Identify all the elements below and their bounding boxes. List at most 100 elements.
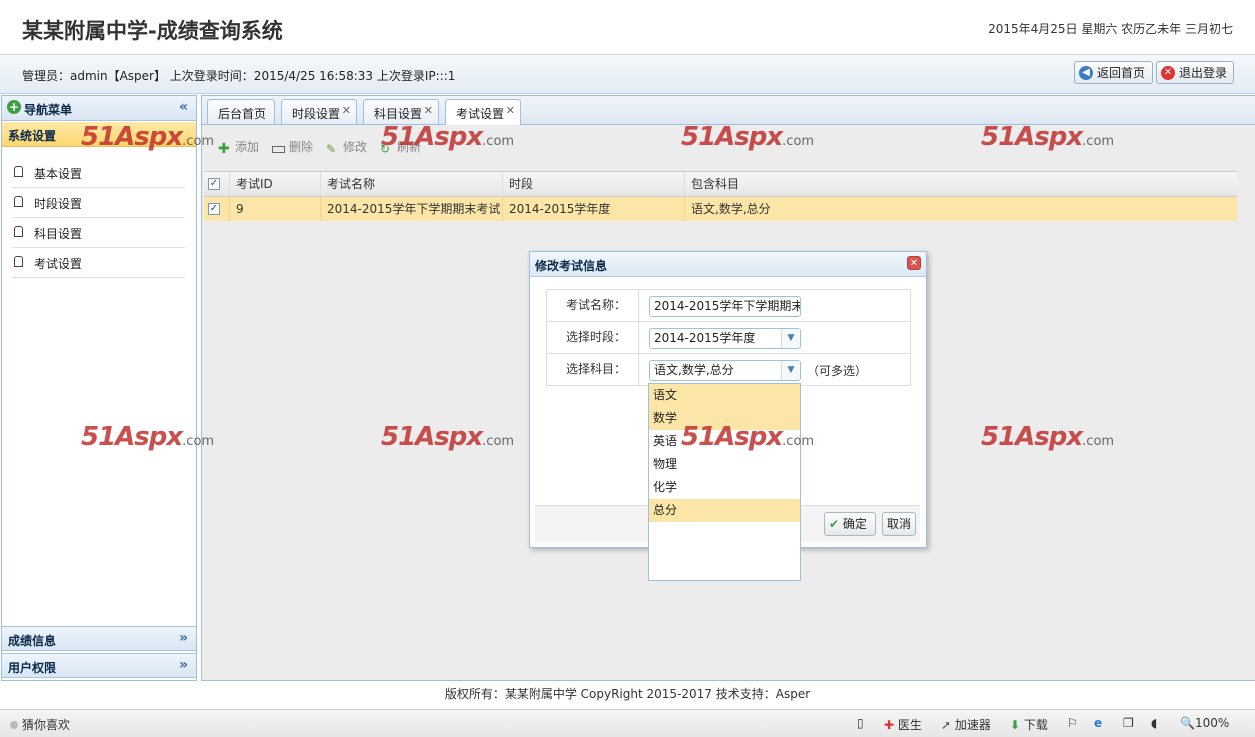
subject-select-value: 语文,数学,总分: [654, 363, 734, 377]
rocket-icon: ➚: [941, 718, 952, 732]
period-select-value: 2014-2015学年度: [654, 331, 756, 345]
pencil-icon: ✎: [326, 142, 337, 156]
zoom-value: 100%: [1194, 716, 1230, 730]
dropdown-option[interactable]: 语文: [649, 384, 800, 407]
tab-label: 考试设置: [456, 107, 505, 121]
sidebar-item-subject[interactable]: 科目设置: [12, 218, 185, 248]
cancel-button-label: 取消: [887, 517, 912, 531]
table-row[interactable]: ✓ 9 2014-2015学年下学期期末考试 2014-2015学年度 语文,数…: [204, 197, 1237, 221]
download-icon: ⬇: [1010, 718, 1021, 732]
sidebar-item-label: 考试设置: [34, 257, 83, 271]
ie-icon[interactable]: e: [1094, 716, 1102, 730]
logout-button[interactable]: ✕ 退出登录: [1156, 61, 1234, 84]
page-icon: [14, 226, 23, 237]
subject-label: 选择科目：: [547, 354, 639, 385]
cell-id: 9: [230, 197, 321, 221]
multi-select-hint: （可多选）: [807, 364, 868, 378]
sidebar-item-exam[interactable]: 考试设置: [12, 248, 185, 278]
doctor-item[interactable]: ✚ 医生: [884, 716, 922, 733]
close-icon[interactable]: ✕: [342, 104, 351, 117]
accelerator-item[interactable]: ➚ 加速器: [941, 716, 991, 733]
accelerator-label: 加速器: [954, 718, 991, 732]
ok-button[interactable]: ✔ 确定: [824, 512, 876, 536]
sidebar-item-period[interactable]: 时段设置: [12, 188, 185, 218]
dropdown-option[interactable]: 数学: [649, 407, 800, 430]
add-button-label: 添加: [235, 140, 260, 154]
form-row-name: 考试名称： 2014-2015学年下学期期末: [546, 289, 911, 322]
nav-section-scores[interactable]: 成绩信息 »: [2, 626, 196, 651]
download-item[interactable]: ⬇ 下载: [1010, 716, 1048, 733]
zoom-item[interactable]: 🔍100%: [1180, 716, 1229, 730]
dropdown-option[interactable]: 化学: [649, 476, 800, 499]
delete-button-label: 删除: [289, 140, 314, 154]
nav-section-label: 系统设置: [8, 129, 57, 143]
add-button[interactable]: ✚ 添加: [218, 138, 259, 156]
nav-section-system[interactable]: 系统设置: [2, 122, 196, 147]
collapse-icon[interactable]: «: [179, 99, 188, 115]
refresh-button[interactable]: ↻ 刷新: [380, 138, 422, 156]
expand-icon: »: [178, 630, 188, 646]
speaker-icon[interactable]: ◖: [1151, 716, 1157, 730]
period-label: 选择时段：: [547, 322, 639, 353]
phone-icon[interactable]: ▯: [857, 716, 864, 730]
minus-icon: [272, 146, 285, 153]
guess-like-item[interactable]: 猜你喜欢: [10, 716, 70, 733]
tab-period[interactable]: 时段设置 ✕: [281, 99, 357, 124]
nav-section-permissions[interactable]: 用户权限 »: [2, 653, 196, 678]
close-icon[interactable]: ✕: [907, 256, 921, 270]
page-icon: [14, 166, 23, 177]
nav-header: + 导航菜单 «: [2, 96, 196, 121]
refresh-button-label: 刷新: [397, 140, 422, 154]
sidebar-item-label: 时段设置: [34, 197, 83, 211]
close-icon[interactable]: ✕: [506, 104, 515, 117]
column-header[interactable]: 包含科目: [685, 172, 1237, 196]
chevron-down-icon[interactable]: ▼: [781, 361, 800, 380]
cancel-button[interactable]: 取消: [882, 512, 916, 536]
admin-info: 管理员：admin【Asper】 上次登录时间：2015/4/25 16:58:…: [22, 69, 456, 83]
column-header[interactable]: 考试ID: [230, 172, 321, 196]
date-display: 2015年4月25日 星期六 农历乙未年 三月初七: [988, 22, 1233, 36]
form-row-subjects: 选择科目： 语文,数学,总分 ▼ （可多选）: [546, 353, 911, 386]
check-icon: ✔: [829, 517, 840, 531]
dropdown-option[interactable]: 总分: [649, 499, 800, 522]
column-header[interactable]: 考试名称: [321, 172, 503, 196]
refresh-icon: ↻: [380, 142, 391, 156]
home-button[interactable]: ◀ 返回首页: [1074, 61, 1153, 84]
delete-button[interactable]: 删除: [272, 138, 313, 155]
sidebar-item-basic[interactable]: 基本设置: [12, 158, 185, 188]
expand-icon: »: [178, 657, 188, 673]
app-header: 某某附属中学-成绩查询系统 2015年4月25日 星期六 农历乙未年 三月初七: [0, 0, 1255, 55]
tab-exam[interactable]: 考试设置 ✕: [445, 99, 521, 125]
tab-bar: 后台首页 时段设置 ✕ 科目设置 ✕ 考试设置 ✕: [202, 96, 1255, 125]
edit-button[interactable]: ✎ 修改: [326, 138, 367, 156]
flag-icon[interactable]: ⚐: [1067, 716, 1078, 730]
sidebar-item-label: 科目设置: [34, 227, 83, 241]
nav-title: 导航菜单: [24, 103, 73, 117]
chevron-down-icon[interactable]: ▼: [781, 329, 800, 348]
cell-period: 2014-2015学年度: [503, 197, 685, 221]
close-icon[interactable]: ✕: [424, 104, 433, 117]
zoom-icon: 🔍: [1180, 716, 1195, 730]
nav-section-label: 成绩信息: [8, 634, 57, 648]
exam-name-input[interactable]: 2014-2015学年下学期期末: [649, 296, 801, 317]
table-header: ✓ 考试ID 考试名称 时段 包含科目: [204, 172, 1237, 197]
plus-icon: +: [7, 100, 21, 114]
subject-select[interactable]: 语文,数学,总分 ▼: [649, 360, 801, 381]
tab-home[interactable]: 后台首页: [207, 99, 275, 124]
header-checkbox-cell: ✓: [204, 172, 230, 196]
select-all-checkbox[interactable]: ✓: [208, 178, 220, 190]
period-select[interactable]: 2014-2015学年度 ▼: [649, 328, 801, 349]
column-header[interactable]: 时段: [503, 172, 685, 196]
row-checkbox[interactable]: ✓: [208, 203, 220, 215]
exam-table: ✓ 考试ID 考试名称 时段 包含科目 ✓ 9 2014-2015学年下学期期末…: [204, 171, 1237, 222]
dropdown-option[interactable]: 英语: [649, 430, 800, 453]
row-checkbox-cell: ✓: [204, 197, 230, 221]
browser-status-bar: 猜你喜欢 ▯ ✚ 医生 ➚ 加速器 ⬇ 下载 ⚐ e ❐ ◖ 🔍100%: [0, 709, 1255, 737]
tab-label: 时段设置: [292, 107, 341, 121]
dot-icon: [10, 721, 18, 729]
page-icon: [14, 256, 23, 267]
window-icon[interactable]: ❐: [1123, 716, 1134, 730]
dropdown-option[interactable]: 物理: [649, 453, 800, 476]
sidebar-item-label: 基本设置: [34, 167, 83, 181]
tab-subject[interactable]: 科目设置 ✕: [363, 99, 439, 124]
